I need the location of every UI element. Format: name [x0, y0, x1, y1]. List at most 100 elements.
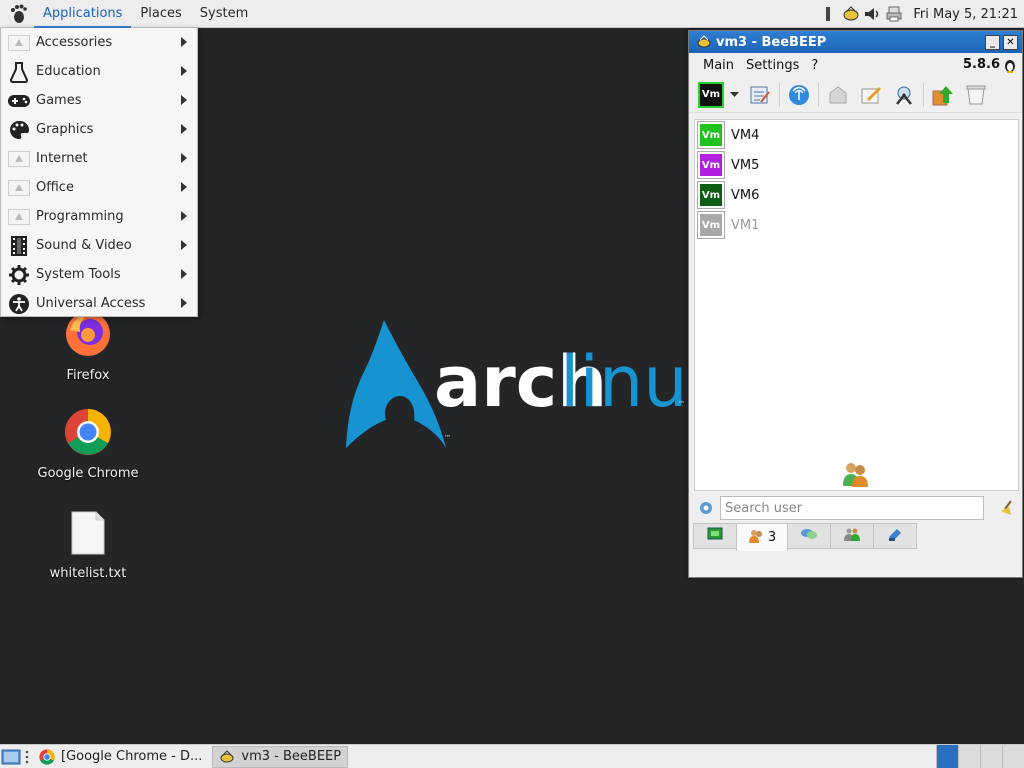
- my-status-button[interactable]: Vm: [697, 81, 725, 109]
- submenu-arrow-icon: [181, 95, 187, 105]
- update-button[interactable]: [929, 81, 957, 109]
- submenu-arrow-icon: [181, 298, 187, 308]
- film-icon: [7, 234, 31, 258]
- toolbar-separator: [818, 82, 819, 107]
- top-panel: Applications Places System Fri May 5, 21…: [0, 0, 1024, 28]
- tab-chat-green[interactable]: [693, 523, 737, 549]
- printer-icon[interactable]: [885, 5, 903, 23]
- submenu-arrow-icon: [181, 182, 187, 192]
- menu-item-label: Accessories: [36, 35, 113, 50]
- tools-button[interactable]: [890, 81, 918, 109]
- menu-item-office[interactable]: Office: [1, 173, 197, 202]
- tab-chats[interactable]: [787, 523, 831, 549]
- search-user-input[interactable]: [720, 496, 984, 520]
- submenu-arrow-icon: [181, 240, 187, 250]
- close-button[interactable]: ✕: [1003, 35, 1018, 50]
- desktop-icon-label: Google Chrome: [37, 466, 139, 481]
- system-menu[interactable]: System: [191, 0, 257, 28]
- desktop-icon-google-chrome[interactable]: Google Chrome: [28, 408, 148, 481]
- message-button[interactable]: [824, 81, 852, 109]
- tab-groups[interactable]: [830, 523, 874, 549]
- menu-settings[interactable]: Settings: [740, 58, 805, 73]
- submenu-arrow-icon: [181, 153, 187, 163]
- window-titlebar[interactable]: vm3 - BeeBEEP _ ✕: [689, 31, 1022, 53]
- workspace-2[interactable]: [958, 745, 980, 768]
- network-button[interactable]: [785, 81, 813, 109]
- menu-item-system-tools[interactable]: System Tools: [1, 260, 197, 289]
- search-options-icon[interactable]: [698, 500, 714, 520]
- user-row-vm1[interactable]: Vm VM1: [695, 210, 1018, 240]
- menu-item-games[interactable]: Games: [1, 86, 197, 115]
- desktop-icon-firefox[interactable]: Firefox: [28, 310, 148, 383]
- user-row-vm6[interactable]: Vm VM6: [695, 180, 1018, 210]
- system-tray: Fri May 5, 21:21: [819, 0, 1018, 28]
- menu-item-label: System Tools: [36, 267, 121, 282]
- menu-item-graphics[interactable]: Graphics: [1, 115, 197, 144]
- submenu-arrow-icon: [181, 37, 187, 47]
- gnome-foot-icon[interactable]: [8, 4, 28, 24]
- volume-icon[interactable]: [863, 5, 881, 23]
- bottom-tabs: 3: [693, 523, 917, 551]
- menu-help[interactable]: ?: [805, 58, 824, 73]
- clear-search-icon[interactable]: [999, 499, 1017, 521]
- places-menu[interactable]: Places: [131, 0, 190, 28]
- applications-menu[interactable]: Applications: [34, 0, 132, 28]
- group-icon: [843, 527, 861, 545]
- show-desktop-icon[interactable]: [0, 746, 22, 768]
- trash-icon[interactable]: [962, 81, 990, 109]
- menu-item-label: Games: [36, 93, 82, 108]
- clock[interactable]: Fri May 5, 21:21: [913, 7, 1018, 22]
- desktop-icon-label: whitelist.txt: [49, 566, 127, 581]
- user-name: VM5: [731, 157, 760, 173]
- edit-profile-button[interactable]: [746, 81, 774, 109]
- palette-icon: [7, 118, 31, 142]
- menu-item-internet[interactable]: Internet: [1, 144, 197, 173]
- gear-icon: [7, 263, 31, 287]
- menu-item-education[interactable]: Education: [1, 57, 197, 86]
- linux-word: linux: [560, 341, 689, 423]
- workspace-3[interactable]: [980, 745, 1002, 768]
- minimize-button[interactable]: _: [985, 35, 1000, 50]
- menu-item-universal-access[interactable]: Universal Access: [1, 289, 197, 318]
- user-row-vm4[interactable]: Vm VM4: [695, 120, 1018, 150]
- menubar: Main Settings ? 5.8.6: [689, 53, 1022, 77]
- toolbar-separator: [779, 82, 780, 107]
- taskbar-item-chrome[interactable]: [Google Chrome - D...: [32, 746, 209, 768]
- chevron-down-icon[interactable]: [730, 87, 740, 102]
- workspace-4[interactable]: [1002, 745, 1024, 768]
- write-button[interactable]: [857, 81, 885, 109]
- broken-image-icon: [7, 147, 31, 171]
- users-count: 3: [767, 530, 777, 545]
- window-title: vm3 - BeeBEEP: [716, 34, 827, 50]
- user-name: VM6: [731, 187, 760, 203]
- menu-main[interactable]: Main: [697, 58, 740, 73]
- beebeep-app-icon: [219, 749, 235, 765]
- chat-bubbles-icon: [800, 527, 818, 545]
- tab-users[interactable]: 3: [736, 523, 788, 551]
- user-avatar: Vm: [697, 151, 725, 179]
- submenu-arrow-icon: [181, 66, 187, 76]
- search-row: [694, 495, 1019, 521]
- version-label: 5.8.6: [962, 57, 1000, 72]
- desktop-icon-whitelist-txt[interactable]: whitelist.txt: [28, 510, 148, 581]
- user-row-vm5[interactable]: Vm VM5: [695, 150, 1018, 180]
- submenu-arrow-icon: [181, 211, 187, 221]
- user-avatar: Vm: [697, 211, 725, 239]
- menu-item-accessories[interactable]: Accessories: [1, 28, 197, 57]
- bar-separator-icon: [819, 5, 837, 23]
- my-avatar-badge: Vm: [698, 81, 724, 108]
- chrome-icon: [64, 408, 112, 460]
- menu-item-label: Office: [36, 180, 74, 195]
- user-list: Vm VM4 Vm VM5 Vm VM6 Vm VM1: [694, 119, 1019, 491]
- menu-item-label: Sound & Video: [36, 238, 132, 253]
- tab-files[interactable]: [873, 523, 917, 549]
- file-transfer-icon: [887, 527, 903, 545]
- workspace-1[interactable]: [936, 745, 958, 768]
- menu-item-label: Internet: [36, 151, 88, 166]
- menu-item-sound-video[interactable]: Sound & Video: [1, 231, 197, 260]
- menu-item-programming[interactable]: Programming: [1, 202, 197, 231]
- taskbar-item-beebeep[interactable]: vm3 - BeeBEEP: [212, 745, 349, 768]
- beebeep-tray-icon[interactable]: [841, 5, 859, 23]
- monitor-icon: [707, 527, 723, 545]
- panel-handle-icon[interactable]: [22, 746, 32, 768]
